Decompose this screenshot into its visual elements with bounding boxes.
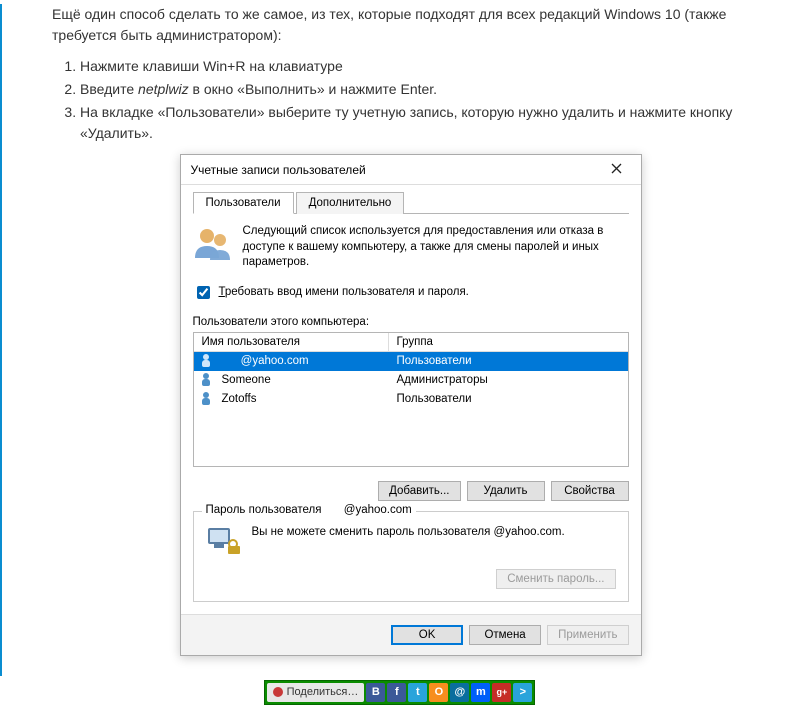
article-intro: Ещё один способ сделать то же самое, из … — [52, 4, 769, 46]
share-mail[interactable]: m — [471, 683, 490, 702]
row-group: Пользователи — [389, 393, 628, 405]
user-accounts-dialog: Учетные записи пользователей Пользовател… — [180, 154, 642, 656]
user-icon — [202, 392, 216, 406]
password-groupbox: Пароль пользователя @yahoo.com — [193, 511, 629, 602]
row-username: Someone — [222, 374, 271, 386]
step-1: Нажмите клавиши Win+R на клавиатуре — [80, 56, 769, 77]
table-row[interactable]: Someone Администраторы — [194, 371, 628, 390]
step-3: На вкладке «Пользователи» выберите ту уч… — [80, 102, 769, 144]
require-login-checkbox[interactable] — [197, 286, 210, 299]
user-icon — [202, 354, 216, 368]
share-at[interactable]: @ — [450, 683, 469, 702]
netplwiz-keyword: netplwiz — [138, 81, 189, 97]
intro-text: Следующий список используется для предос… — [243, 224, 629, 271]
share-gplus[interactable]: g+ — [492, 683, 511, 702]
share-button[interactable]: Поделиться… — [267, 683, 365, 702]
tab-advanced[interactable]: Дополнительно — [296, 192, 405, 214]
row-username: @yahoo.com — [222, 355, 309, 367]
share-more[interactable]: > — [513, 683, 532, 702]
close-icon — [611, 161, 622, 179]
change-password-button: Сменить пароль... — [496, 569, 615, 589]
share-icon — [273, 687, 283, 697]
dialog-title: Учетные записи пользователей — [191, 163, 599, 177]
user-icon — [202, 373, 216, 387]
user-listview[interactable]: Имя пользователя Группа @yahoo.com Пользо… — [193, 332, 629, 467]
tab-users[interactable]: Пользователи — [193, 192, 294, 214]
row-group: Пользователи — [389, 355, 628, 367]
remove-button[interactable]: Удалить — [467, 481, 545, 501]
share-facebook[interactable]: f — [387, 683, 406, 702]
article-steps: Нажмите клавиши Win+R на клавиатуре Введ… — [52, 56, 769, 144]
ok-button[interactable]: OK — [391, 625, 463, 645]
row-group: Администраторы — [389, 374, 628, 386]
require-login-label[interactable]: Требовать ввод имени пользователя и паро… — [219, 286, 469, 298]
table-row[interactable]: @yahoo.com Пользователи — [194, 352, 628, 371]
row-username: Zotoffs — [222, 393, 257, 405]
password-legend: Пароль пользователя @yahoo.com — [202, 504, 416, 516]
listview-header: Имя пользователя Группа — [194, 333, 628, 352]
apply-button: Применить — [547, 625, 628, 645]
users-icon — [193, 224, 233, 264]
password-message: Вы не можете сменить пароль пользователя… — [252, 524, 565, 540]
table-row[interactable]: Zotoffs Пользователи — [194, 390, 628, 409]
tabs: Пользователи Дополнительно — [193, 191, 629, 214]
col-group[interactable]: Группа — [389, 333, 628, 351]
password-icon — [206, 524, 242, 559]
share-twitter[interactable]: t — [408, 683, 427, 702]
step-2: Введите netplwiz в окно «Выполнить» и на… — [80, 79, 769, 100]
userlist-label: Пользователи этого компьютера: — [193, 316, 629, 328]
share-vk[interactable]: В — [366, 683, 385, 702]
add-button[interactable]: Добавить... — [378, 481, 460, 501]
cancel-button[interactable]: Отмена — [469, 625, 541, 645]
properties-button[interactable]: Свойства — [551, 481, 629, 501]
share-ok[interactable]: O — [429, 683, 448, 702]
col-username[interactable]: Имя пользователя — [194, 333, 389, 351]
close-button[interactable] — [599, 158, 635, 182]
